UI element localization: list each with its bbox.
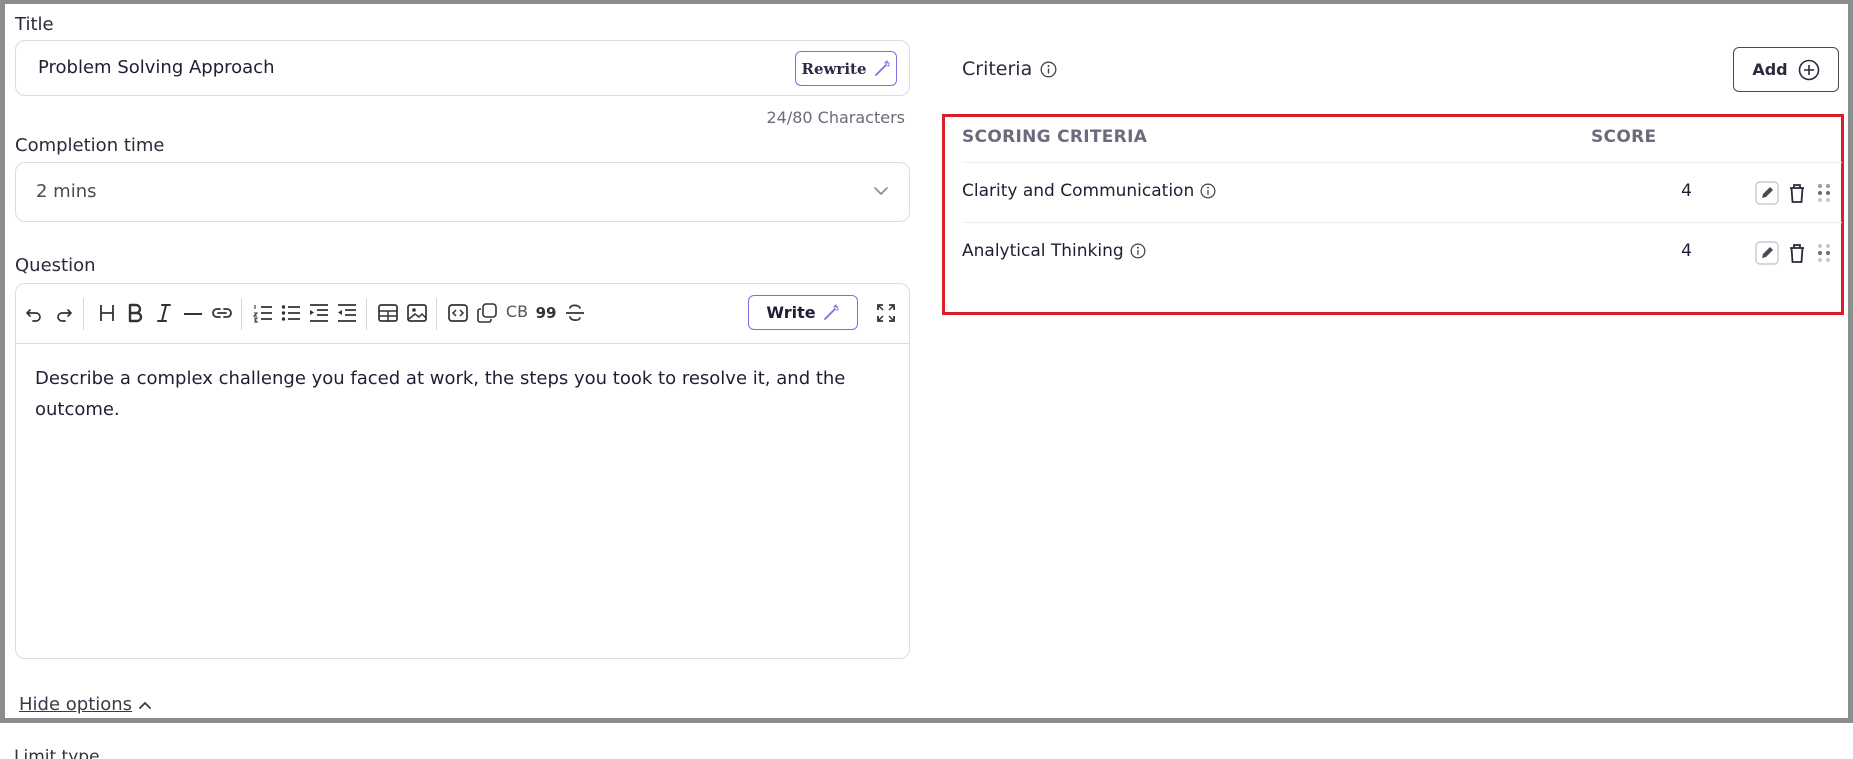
chevron-up-icon — [139, 701, 151, 709]
codeblock-cb-icon[interactable]: CB — [504, 298, 530, 324]
bold-icon[interactable] — [122, 300, 148, 326]
toolbar-divider — [436, 298, 437, 330]
ordered-list-icon[interactable] — [250, 300, 276, 326]
table-row: Clarity and Communication 4 — [962, 162, 1842, 222]
drag-handle-icon[interactable] — [1811, 180, 1837, 206]
rewrite-button[interactable]: Rewrite — [795, 51, 897, 86]
criteria-score: 4 — [1681, 181, 1692, 201]
copy-icon[interactable] — [474, 300, 500, 326]
quote-icon[interactable]: 99 — [533, 300, 559, 326]
info-icon[interactable] — [1040, 61, 1057, 78]
magic-wand-icon — [823, 303, 839, 320]
criteria-name: Analytical Thinking — [962, 241, 1146, 261]
toolbar-divider — [366, 298, 367, 330]
criteria-label: Criteria — [962, 58, 1033, 80]
edit-icon[interactable] — [1754, 240, 1780, 266]
question-editor: CB 99 Write Describe a complex challenge… — [15, 283, 910, 659]
redo-icon[interactable] — [51, 300, 77, 326]
edit-icon[interactable] — [1754, 180, 1780, 206]
column-header-criteria: SCORING CRITERIA — [962, 127, 1148, 147]
question-label: Question — [15, 255, 96, 276]
trash-icon[interactable] — [1784, 180, 1810, 206]
rewrite-label: Rewrite — [801, 59, 867, 78]
add-label: Add — [1752, 60, 1788, 79]
info-icon[interactable] — [1130, 243, 1146, 259]
code-block-icon[interactable] — [445, 300, 471, 326]
criteria-name-text: Analytical Thinking — [962, 241, 1124, 261]
criteria-score: 4 — [1681, 241, 1692, 261]
magic-wand-icon — [874, 59, 890, 76]
plus-circle-icon — [1798, 59, 1819, 80]
hide-options-link[interactable]: Hide options — [19, 694, 152, 715]
table-icon[interactable] — [375, 300, 401, 326]
horizontal-rule-icon[interactable] — [180, 300, 206, 326]
chevron-down-icon — [874, 187, 888, 195]
criteria-header: Criteria — [962, 58, 1057, 80]
criteria-name-text: Clarity and Communication — [962, 181, 1195, 201]
undo-icon[interactable] — [21, 300, 47, 326]
editor-toolbar: CB 99 Write — [16, 284, 909, 344]
link-icon[interactable] — [209, 300, 235, 326]
limit-type-label: Limit type — [14, 747, 100, 759]
indent-icon[interactable] — [306, 300, 332, 326]
fullscreen-icon[interactable] — [873, 300, 899, 326]
title-label: Title — [15, 14, 54, 35]
toolbar-divider — [241, 298, 242, 330]
scoring-criteria-table: SCORING CRITERIA SCORE Clarity and Commu… — [942, 114, 1844, 315]
criteria-name: Clarity and Communication — [962, 181, 1216, 201]
write-label: Write — [766, 303, 816, 322]
outdent-icon[interactable] — [334, 300, 360, 326]
drag-handle-icon[interactable] — [1811, 240, 1837, 266]
title-value: Problem Solving Approach — [38, 57, 275, 78]
write-button[interactable]: Write — [748, 295, 858, 330]
info-icon[interactable] — [1200, 183, 1216, 199]
table-row: Analytical Thinking 4 — [962, 222, 1842, 282]
completion-time-select[interactable]: 2 mins — [15, 162, 910, 222]
character-counter: 24/80 Characters — [766, 108, 905, 127]
heading-icon[interactable] — [94, 300, 120, 326]
bullet-list-icon[interactable] — [278, 300, 304, 326]
question-form-panel: Title Problem Solving Approach Rewrite 2… — [0, 0, 1853, 723]
trash-icon[interactable] — [1784, 240, 1810, 266]
column-header-score: SCORE — [1591, 127, 1657, 147]
completion-time-label: Completion time — [15, 135, 165, 156]
add-criteria-button[interactable]: Add — [1733, 47, 1839, 92]
completion-time-value: 2 mins — [36, 181, 97, 202]
italic-icon[interactable] — [151, 300, 177, 326]
title-input[interactable]: Problem Solving Approach Rewrite — [15, 40, 910, 96]
strikethrough-icon[interactable] — [562, 300, 588, 326]
toolbar-divider — [83, 298, 84, 330]
question-body[interactable]: Describe a complex challenge you faced a… — [35, 363, 885, 425]
image-icon[interactable] — [404, 300, 430, 326]
hide-options-label: Hide options — [19, 694, 133, 715]
